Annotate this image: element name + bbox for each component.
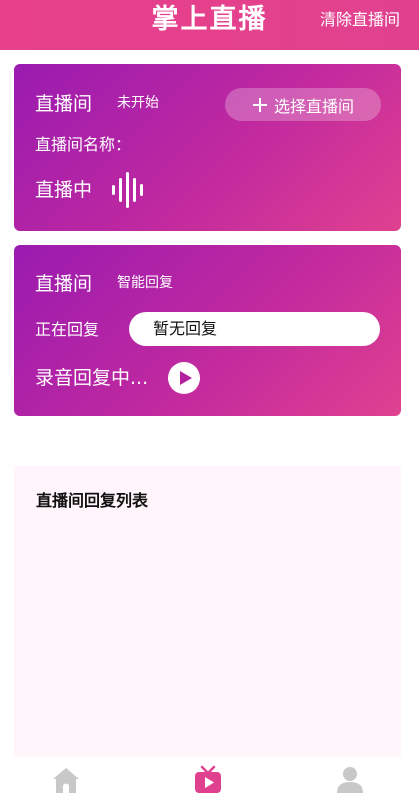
recording-reply-label: 录音回复中... — [35, 367, 149, 389]
plus-icon — [252, 97, 268, 113]
tv-icon[interactable] — [193, 765, 223, 795]
current-reply-display: 暂无回复 — [129, 312, 380, 346]
app-screen: 掌上直播 清除直播间 直播间 未开始 选择直播间 直播间名称： 直播中 直播间 … — [0, 0, 419, 800]
user-icon[interactable] — [335, 765, 365, 795]
replying-label: 正在回复 — [35, 320, 100, 339]
room-label: 直播间 — [35, 93, 93, 115]
select-room-label: 选择直播间 — [273, 96, 354, 116]
smart-reply-card: 直播间 智能回复 正在回复 暂无回复 录音回复中... — [14, 245, 401, 416]
bottom-tab-bar — [0, 757, 419, 800]
reply-list-panel: 直播间回复列表 — [14, 466, 401, 760]
home-icon[interactable] — [51, 765, 81, 795]
select-room-button[interactable]: 选择直播间 — [225, 88, 381, 121]
room-name-label: 直播间名称： — [35, 135, 132, 154]
reply-room-label: 直播间 — [35, 273, 93, 295]
live-room-card: 直播间 未开始 选择直播间 直播间名称： 直播中 — [14, 64, 401, 231]
reply-list-title: 直播间回复列表 — [36, 491, 149, 510]
live-status-label: 直播中 — [35, 179, 93, 201]
play-icon[interactable] — [168, 362, 200, 394]
sound-wave-icon — [112, 172, 143, 208]
room-status: 未开始 — [117, 95, 159, 111]
clear-room-button[interactable]: 清除直播间 — [320, 10, 400, 30]
reply-mode-label: 智能回复 — [117, 275, 173, 291]
app-header: 掌上直播 清除直播间 — [0, 0, 419, 50]
